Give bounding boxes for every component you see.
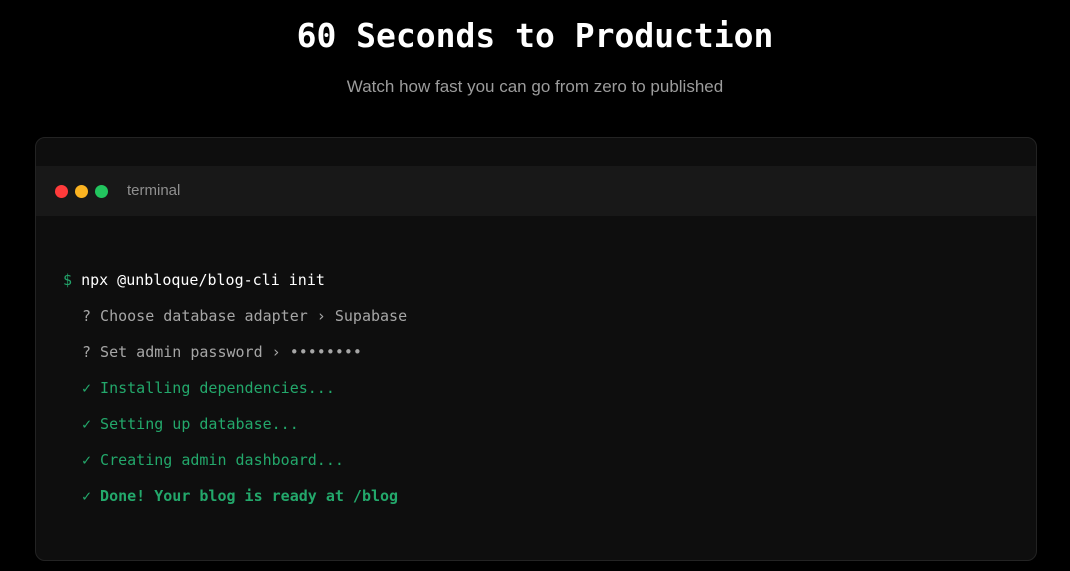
output-line-database-adapter: ? Choose database adapter › Supabase [82, 307, 408, 325]
command-line: $ npx @unbloque/blog-cli init [63, 268, 1016, 304]
output-line-admin-dashboard: ✓ Creating admin dashboard... [82, 451, 344, 469]
output-line-installing: ✓ Installing dependencies... [82, 379, 335, 397]
maximize-window-dot[interactable] [95, 185, 108, 198]
close-window-dot[interactable] [55, 185, 68, 198]
output-line-database-setup: ✓ Setting up database... [82, 415, 299, 433]
output-line-done: ✓ Done! Your blog is ready at /blog [82, 487, 399, 505]
command-text: npx @unbloque/blog-cli init [81, 271, 325, 289]
terminal-window: terminal $ npx @unbloque/blog-cli init ?… [35, 137, 1037, 561]
terminal-output: $ npx @unbloque/blog-cli init ? Choose d… [63, 268, 1016, 520]
prompt-symbol: $ [63, 271, 73, 289]
terminal-title-label: terminal [127, 182, 181, 199]
page-title: 60 Seconds to Production [296, 16, 774, 55]
terminal-titlebar: terminal [36, 166, 1036, 216]
minimize-window-dot[interactable] [75, 185, 88, 198]
output-line-admin-password: ? Set admin password › •••••••• [82, 343, 362, 361]
page-subtitle: Watch how fast you can go from zero to p… [346, 77, 724, 96]
